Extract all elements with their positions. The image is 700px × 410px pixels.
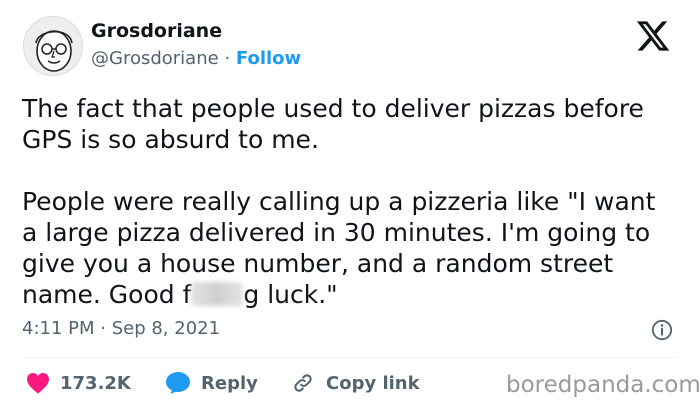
tweet-line-censored: name. Good f g luck." [22,279,682,310]
author-handle[interactable]: @Grosdoriane [91,48,219,69]
reply-button[interactable]: Reply [165,370,258,396]
avatar[interactable] [23,16,83,76]
tweet-line: a large pizza delivered in 30 minutes. I… [22,218,651,247]
like-count: 173.2K [60,372,131,394]
link-icon [294,374,312,392]
tweet-text-fragment: g luck." [243,280,338,309]
censor-blur [191,282,244,306]
tweet-line: The fact that people used to deliver piz… [22,94,644,123]
avatar-drawing-icon [35,30,73,72]
x-logo-icon[interactable] [634,18,672,54]
watermark: boredpanda.com [506,372,700,398]
divider [22,357,678,358]
author-handle-line: @Grosdoriane · Follow [91,48,301,69]
reply-label: Reply [201,372,258,394]
heart-icon [27,373,49,394]
tweet-text: The fact that people used to deliver piz… [22,93,682,310]
follow-button[interactable]: Follow [236,48,301,69]
tweet-text-fragment: name. Good f [22,280,192,309]
speech-bubble-icon [166,372,190,394]
tweet-line: GPS is so absurd to me. [22,125,319,154]
copy-link-button[interactable]: Copy link [290,370,420,396]
info-icon[interactable] [651,319,673,341]
tweet-line: People were really calling up a pizzeria… [22,187,656,216]
tweet-line: give you a house number, and a random st… [22,249,614,278]
handle-separator: · [224,48,231,69]
copy-link-label: Copy link [326,372,420,394]
like-button[interactable]: 173.2K [26,370,131,396]
tweet-timestamp[interactable]: 4:11 PM · Sep 8, 2021 [22,318,220,339]
author-display-name[interactable]: Grosdoriane [91,20,222,42]
